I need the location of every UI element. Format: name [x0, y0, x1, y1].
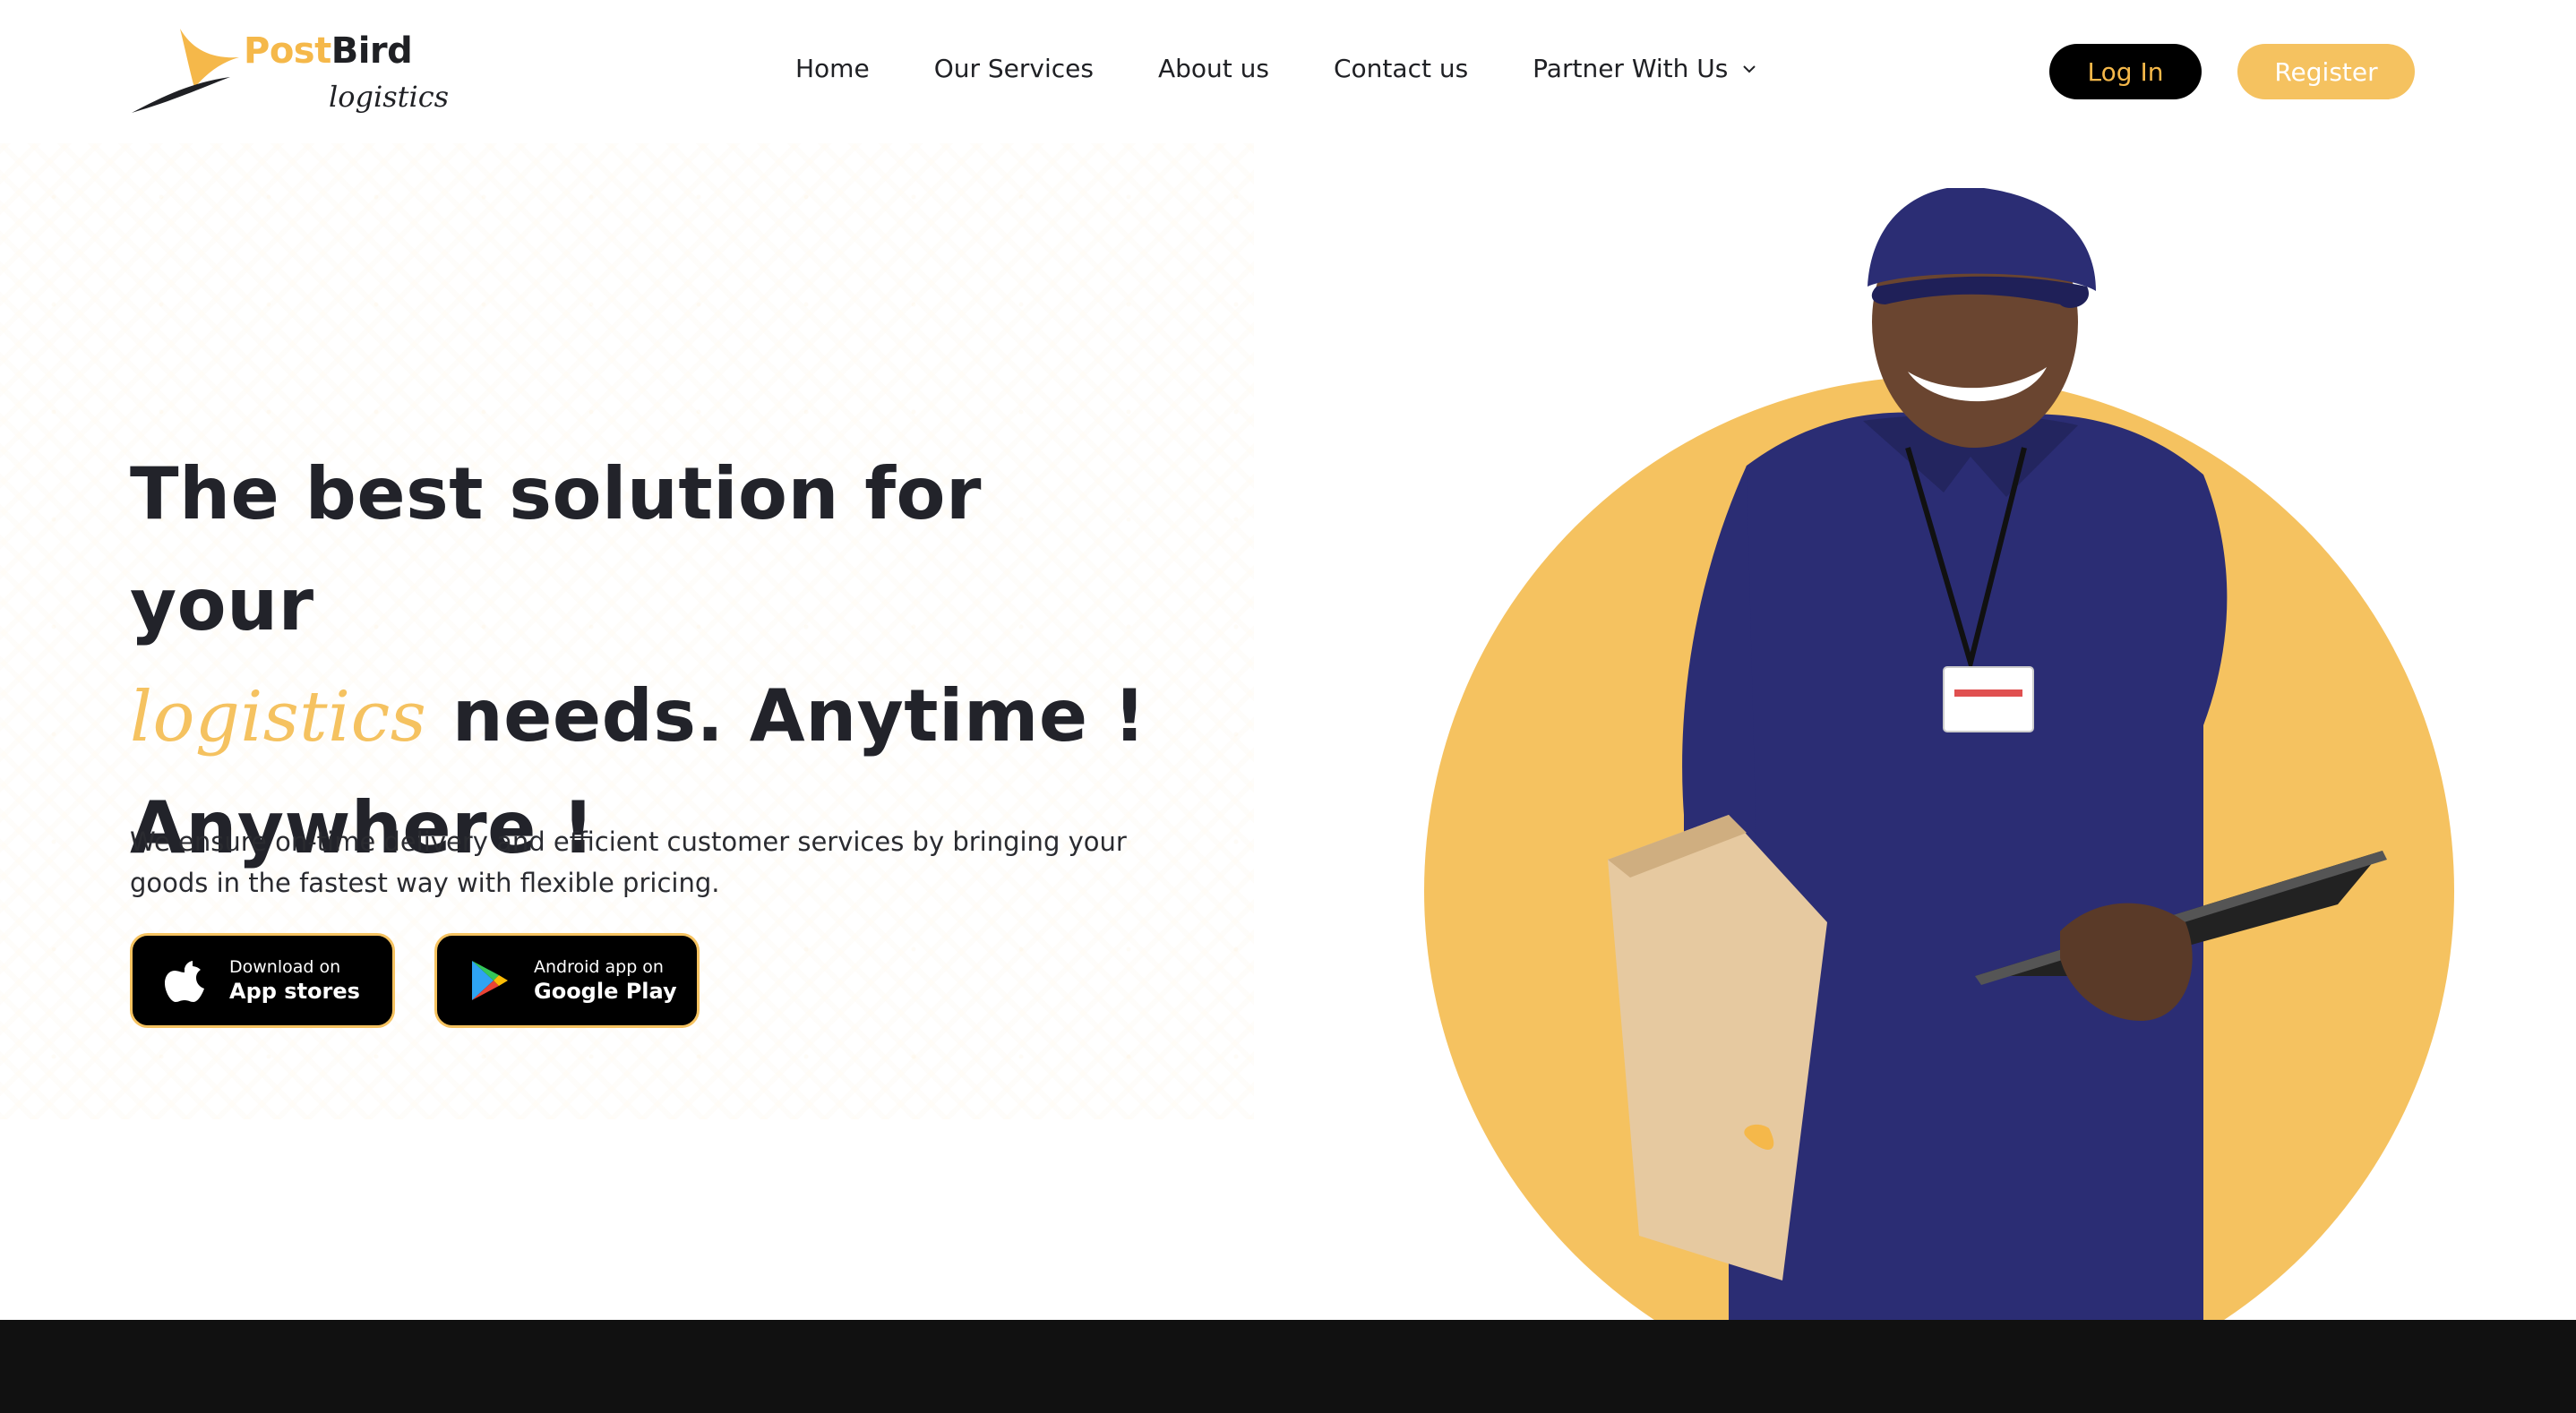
footer-band: [0, 1320, 2576, 1413]
delivery-person-image: [1608, 188, 2387, 1320]
hero-image-area: [0, 0, 2576, 1320]
